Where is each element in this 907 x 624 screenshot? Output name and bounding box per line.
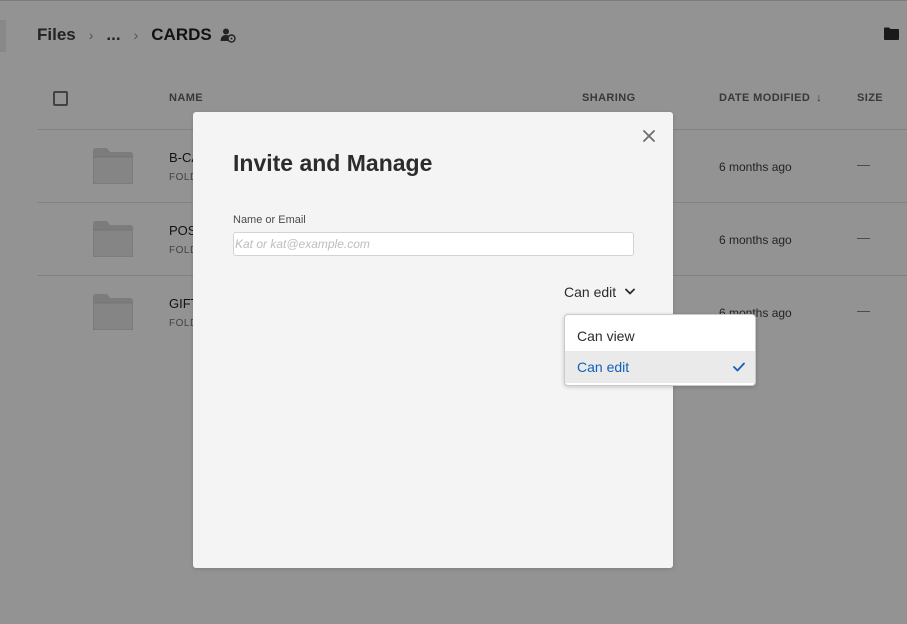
permission-picker-value: Can edit <box>564 284 617 300</box>
permission-picker[interactable]: Can edit <box>564 283 636 301</box>
close-icon[interactable] <box>641 128 657 144</box>
menu-item-can-edit[interactable]: Can edit <box>565 351 755 383</box>
menu-item-label: Can edit <box>577 359 630 375</box>
chevron-down-icon <box>625 288 636 295</box>
dialog-title: Invite and Manage <box>233 150 433 176</box>
permission-menu: Can view Can edit <box>564 314 756 386</box>
menu-item-label: Can view <box>577 328 635 344</box>
checkmark-icon <box>733 362 745 372</box>
name-email-input[interactable] <box>233 232 634 256</box>
name-email-label: Name or Email <box>233 214 306 226</box>
menu-item-can-view[interactable]: Can view <box>565 320 755 352</box>
